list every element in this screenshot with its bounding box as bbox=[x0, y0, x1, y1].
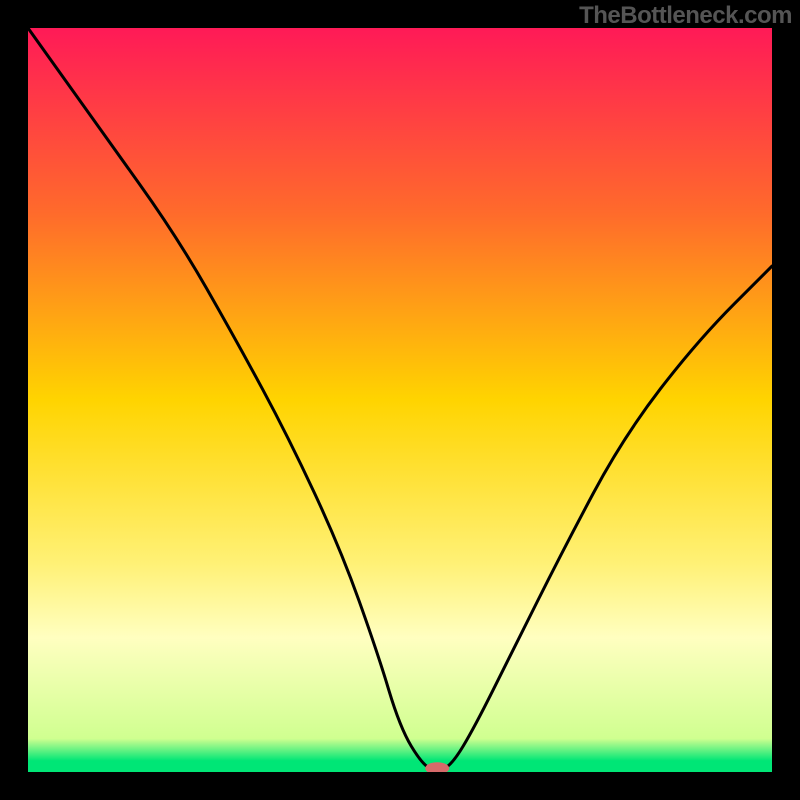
chart-container: TheBottleneck.com bbox=[0, 0, 800, 800]
watermark-text: TheBottleneck.com bbox=[579, 2, 792, 30]
plot-area bbox=[28, 28, 772, 772]
chart-svg bbox=[28, 28, 772, 772]
gradient-background bbox=[28, 28, 772, 772]
